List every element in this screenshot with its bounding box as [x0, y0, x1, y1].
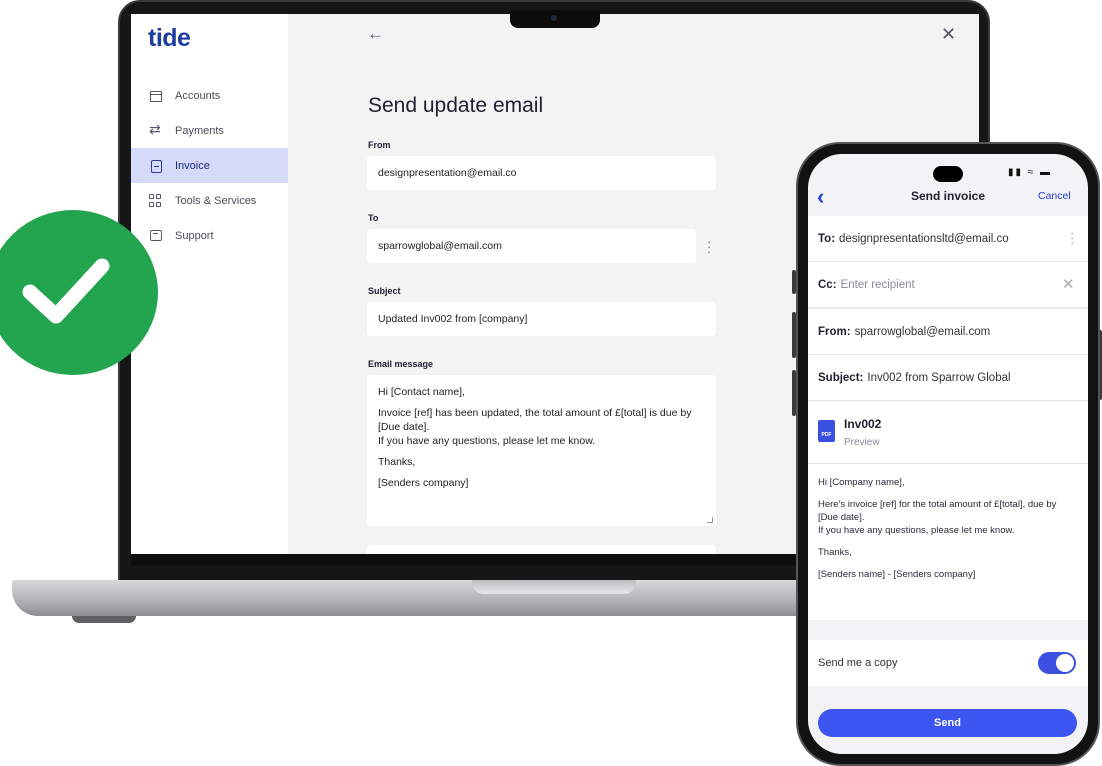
send-button[interactable]: Send: [818, 709, 1077, 737]
sidebar-item-payments[interactable]: Payments: [131, 113, 288, 148]
page-title: Send update email: [368, 94, 544, 117]
message-signoff: Thanks,: [378, 456, 416, 468]
body-signoff: Thanks,: [818, 547, 852, 558]
sidebar-item-label: Support: [175, 229, 214, 242]
to-row[interactable]: To: designpresentationsltd@email.co: [808, 216, 1088, 262]
clear-icon[interactable]: ✕: [1062, 275, 1075, 293]
sidebar-item-accounts[interactable]: Accounts: [131, 78, 288, 113]
from-field[interactable]: designpresentation@email.co: [367, 156, 716, 190]
body-greeting: Hi [Company name],: [818, 477, 905, 488]
from-value: sparrowglobal@email.com: [854, 325, 991, 338]
subject-label: Subject: [368, 286, 401, 296]
from-row[interactable]: From: sparrowglobal@email.com: [808, 309, 1088, 355]
to-label: To: [368, 213, 379, 223]
grid-icon: [149, 193, 163, 208]
chat-icon: [149, 229, 163, 243]
send-copy-label: Send me a copy: [818, 657, 898, 669]
cc-label: Cc:: [818, 278, 837, 291]
sidebar-item-support[interactable]: Support: [131, 218, 288, 253]
attachment-row[interactable]: PDF Inv002 Preview: [808, 402, 1088, 464]
to-value: designpresentationsltd@email.co: [839, 232, 1009, 245]
status-bar-icons: ▮▮ ≈ ▬: [1008, 167, 1053, 178]
message-signature: [Senders company]: [378, 477, 469, 489]
subject-label: Subject:: [818, 371, 864, 384]
sidebar-item-invoice[interactable]: Invoice: [131, 148, 288, 183]
next-field: [367, 545, 716, 554]
accounts-icon: [149, 89, 163, 103]
checkmark-icon: [22, 258, 110, 324]
message-line: Invoice [ref] has been updated, the tota…: [378, 407, 692, 433]
dynamic-island: [933, 166, 963, 182]
camera-notch: [510, 10, 600, 28]
tide-logo: tide: [148, 24, 191, 52]
to-field[interactable]: sparrowglobal@email.com: [367, 229, 696, 263]
email-message-textarea[interactable]: Hi [Contact name], Invoice [ref] has bee…: [367, 375, 716, 526]
message-line: If you have any questions, please let me…: [378, 435, 596, 447]
laptop-foot: [72, 616, 136, 623]
message-greeting: Hi [Contact name],: [378, 386, 465, 398]
from-label: From:: [818, 325, 851, 338]
subject-field[interactable]: Updated Inv002 from [company]: [367, 302, 716, 336]
transfer-icon: [149, 121, 163, 138]
attachment-name: Inv002: [844, 417, 882, 431]
attachment-preview-link[interactable]: Preview: [844, 437, 880, 448]
laptop-opening-notch: [472, 580, 636, 594]
sidebar-item-label: Invoice: [175, 159, 210, 172]
subject-value: Inv002 from Sparrow Global: [867, 371, 1011, 384]
back-arrow-icon[interactable]: ←: [367, 24, 384, 44]
subject-row[interactable]: Subject: Inv002 from Sparrow Global: [808, 355, 1088, 401]
close-icon[interactable]: ✕: [941, 24, 956, 45]
message-label: Email message: [368, 359, 434, 369]
email-body[interactable]: Hi [Company name], Here's invoice [ref] …: [808, 464, 1088, 620]
invoice-icon: [149, 159, 163, 173]
cc-row[interactable]: Cc: Enter recipient: [808, 262, 1088, 308]
resize-handle-icon[interactable]: [707, 517, 713, 523]
body-line: If you have any questions, please let me…: [818, 525, 1015, 536]
cancel-button[interactable]: Cancel: [1038, 190, 1071, 202]
body-line: Here's invoice [ref] for the total amoun…: [818, 499, 1057, 523]
sidebar-item-tools-services[interactable]: Tools & Services: [131, 183, 288, 218]
more-options-icon[interactable]: · · ·: [707, 235, 711, 258]
body-signature: [Senders name] - [Senders company]: [818, 569, 976, 580]
phone-screen: ▮▮ ≈ ▬ ‹ Send invoice Cancel To: designp…: [808, 154, 1088, 754]
send-copy-toggle[interactable]: [1038, 652, 1076, 674]
more-options-icon[interactable]: · · ·: [1070, 226, 1074, 249]
sidebar-item-label: Payments: [175, 124, 224, 137]
sidebar-item-label: Accounts: [175, 89, 221, 102]
sidebar-item-label: Tools & Services: [175, 194, 257, 207]
to-label: To:: [818, 232, 836, 245]
from-label: From: [368, 140, 391, 150]
pdf-file-icon: PDF: [818, 420, 835, 442]
cc-input[interactable]: Enter recipient: [841, 279, 915, 291]
